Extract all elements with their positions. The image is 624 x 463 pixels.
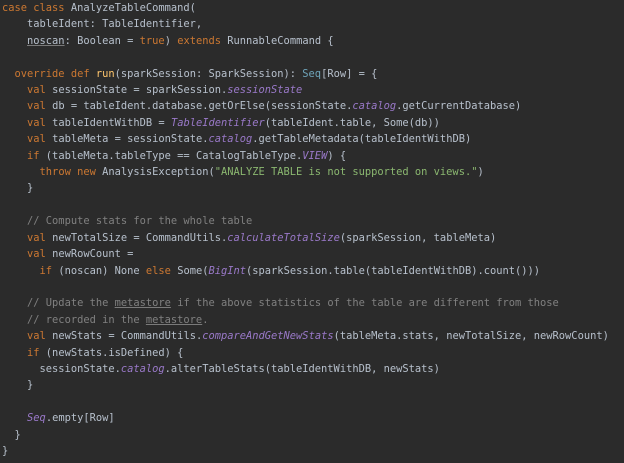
type-seq: Seq [302,67,322,80]
code-line-23: sessionState.catalog.alterTableStats(tab… [2,362,440,375]
code-line-19: // Update the metastore if the above sta… [27,297,559,310]
string-literal: "ANALYZE TABLE is not supported on views… [214,166,478,179]
class-name: AnalyzeTableCommand( [70,2,196,14]
code-line-28: } [2,444,9,457]
keyword-override: override def [14,67,96,80]
code-line-12: } [2,182,34,195]
keyword-extends: extends [177,34,221,47]
code-line-24: } [2,379,34,392]
method-run: run [95,67,115,80]
keyword-true: true [139,34,165,47]
code-line-11: throw new AnalysisException("ANALYZE TAB… [39,166,484,179]
code-line-9: val tableMeta = sessionState.catalog.get… [27,133,472,146]
code-line-7: val db = tableIdent.database.getOrElse(s… [27,100,522,113]
code-line-1: case class AnalyzeTableCommand( [0,0,624,16]
code-line-6: val sessionState = sparkSession.sessionS… [27,84,303,97]
code-line-14: // Compute stats for the whole table [0,213,624,229]
code-line-22: if (newStats.isDefined) { [27,346,184,359]
code-line-8: val tableIdentWithDB = TableIdentifier(t… [27,116,440,129]
code-line-16: val newRowCount = [27,248,134,261]
code-line-26: Seq.empty[Row] [27,412,115,425]
code-line-5: override def run(sparkSession: SparkSess… [14,67,378,80]
code-line-2: tableIdent: TableIdentifier, [2,18,203,31]
code-editor[interactable]: case class AnalyzeTableCommand( tableIde… [0,0,624,463]
comment: // Compute stats for the whole table [27,215,253,228]
keyword-case: case class [2,2,71,14]
code-line-15: val newTotalSize = CommandUtils.calculat… [27,231,497,244]
code-line-21: val newStats = CommandUtils.compareAndGe… [27,330,609,343]
code-line-10: if (tableMeta.tableType == CatalogTableT… [27,149,347,162]
code-line-3: noscan: Boolean = true) extends Runnable… [27,34,334,47]
param-noscan: noscan [27,34,65,47]
code-line-27: } [2,428,21,441]
code-line-17: if (noscan) None else Some(BigInt(sparkS… [39,264,541,277]
code-line-20: // recorded in the metastore. [27,313,209,326]
